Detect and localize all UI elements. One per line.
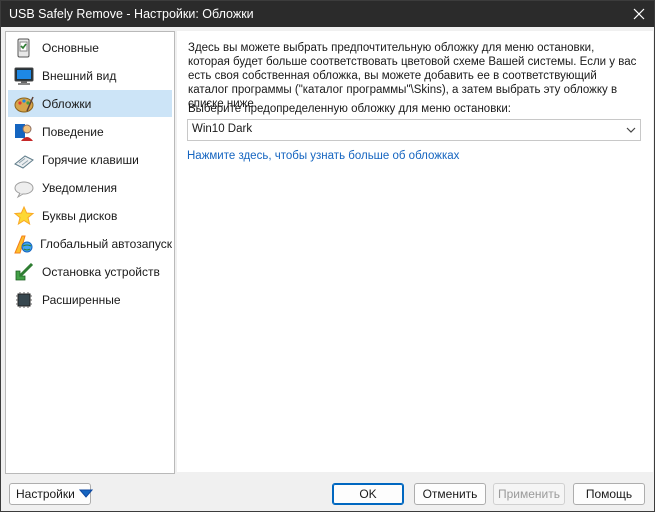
apply-button[interactable]: Применить <box>493 483 565 505</box>
sidebar-item-skins[interactable]: Обложки <box>8 90 172 117</box>
sidebar-item-label: Буквы дисков <box>42 208 118 223</box>
sidebar-item-notifications[interactable]: Уведомления <box>8 174 172 201</box>
settings-window: USB Safely Remove - Настройки: Обложки О… <box>0 0 655 512</box>
skin-select[interactable]: Win10 Dark <box>187 119 641 141</box>
sidebar-item-label: Расширенные <box>42 292 121 307</box>
skin-select-value: Win10 Dark <box>192 123 253 135</box>
person-icon <box>11 119 37 145</box>
sidebar-item-general[interactable]: Основные <box>8 34 172 61</box>
skin-select-label: Выберите предопределенную обложку для ме… <box>188 103 511 115</box>
keyboard-icon <box>11 147 37 173</box>
help-button[interactable]: Помощь <box>573 483 645 505</box>
sidebar-item-label: Горячие клавиши <box>42 152 139 167</box>
sidebar-item-hotkeys[interactable]: Горячие клавиши <box>8 146 172 173</box>
cloud-icon <box>11 175 37 201</box>
sidebar-item-label: Глобальный автозапуск <box>40 236 172 251</box>
sidebar-item-stop-devices[interactable]: Остановка устройств <box>8 258 172 285</box>
chip-icon <box>11 287 37 313</box>
learn-more-skins-link[interactable]: Нажмите здесь, чтобы узнать больше об об… <box>187 150 459 162</box>
globe-icon <box>11 231 35 257</box>
sidebar-item-label: Остановка устройств <box>42 264 160 279</box>
sidebar-item-label: Поведение <box>42 124 104 139</box>
sidebar-item-appearance[interactable]: Внешний вид <box>8 62 172 89</box>
cancel-button[interactable]: Отменить <box>414 483 486 505</box>
palette-icon <box>11 91 37 117</box>
phone-check-icon <box>11 35 37 61</box>
skins-panel: Здесь вы можете выбрать предпочтительную… <box>177 31 653 472</box>
sidebar-item-advanced[interactable]: Расширенные <box>8 286 172 313</box>
window-title: USB Safely Remove - Настройки: Обложки <box>9 7 254 21</box>
settings-menu-label: Настройки <box>16 487 75 501</box>
sidebar-item-global-autorun[interactable]: Глобальный автозапуск <box>8 230 172 257</box>
green-arrow-icon <box>11 259 37 285</box>
sidebar-item-label: Уведомления <box>42 180 118 195</box>
sidebar-item-label: Внешний вид <box>42 68 117 83</box>
settings-sidebar: Основные Внешний вид Обложки Поведение Г… <box>5 31 175 474</box>
ok-button[interactable]: OK <box>332 483 404 505</box>
skins-description: Здесь вы можете выбрать предпочтительную… <box>188 42 637 110</box>
dialog-footer: Настройки OK Отменить Применить Помощь <box>1 473 654 511</box>
settings-menu-button[interactable]: Настройки <box>9 483 93 505</box>
chevron-down-icon <box>626 124 636 138</box>
star-icon <box>11 203 37 229</box>
sidebar-item-label: Обложки <box>42 96 92 111</box>
close-icon <box>633 8 645 20</box>
sidebar-item-drive-letters[interactable]: Буквы дисков <box>8 202 172 229</box>
monitor-icon <box>11 63 37 89</box>
sidebar-item-label: Основные <box>42 40 99 55</box>
dropdown-triangle-icon <box>78 487 93 501</box>
title-bar: USB Safely Remove - Настройки: Обложки <box>1 1 654 27</box>
sidebar-item-behavior[interactable]: Поведение <box>8 118 172 145</box>
close-button[interactable] <box>624 1 654 27</box>
